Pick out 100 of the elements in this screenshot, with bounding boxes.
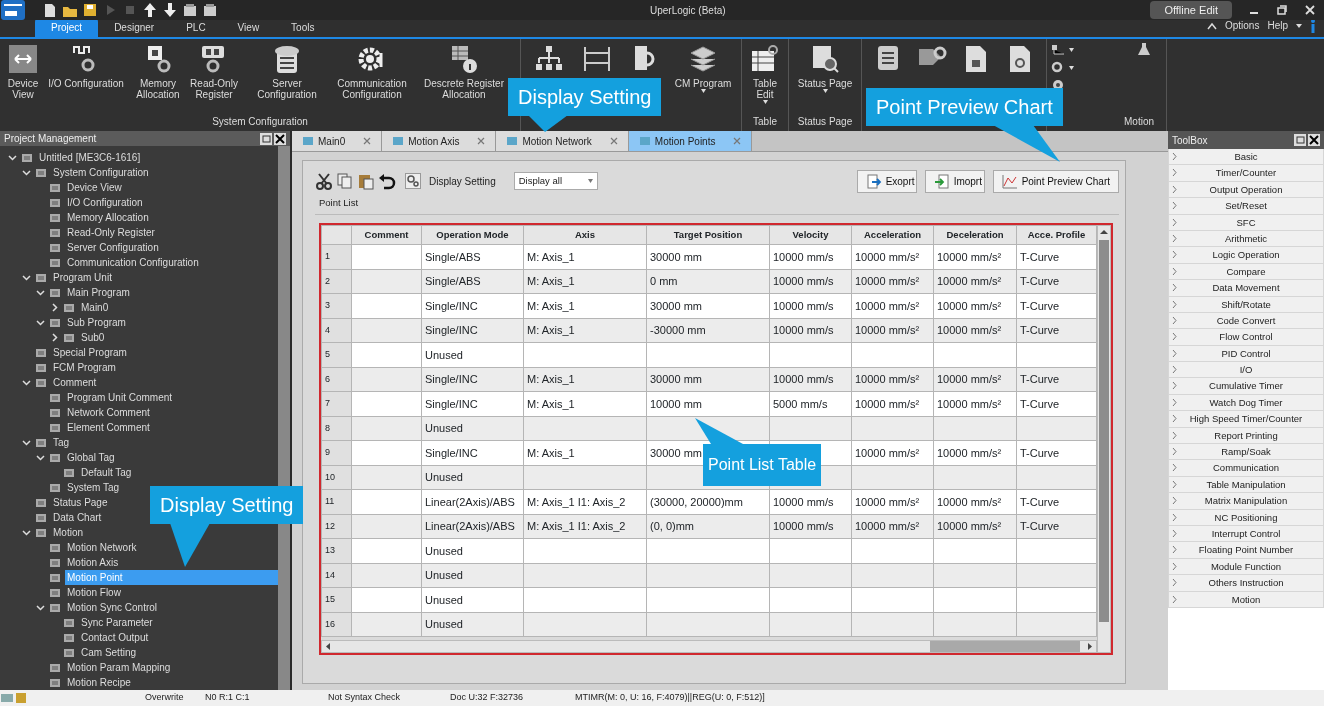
save-icon[interactable] bbox=[82, 2, 98, 18]
display-dropdown[interactable]: Display all bbox=[513, 172, 598, 190]
column-header[interactable]: Deceleration bbox=[933, 225, 1017, 245]
tree-item[interactable]: Sub0 bbox=[79, 330, 107, 345]
toolbox-category[interactable]: High Speed Timer/Counter bbox=[1168, 411, 1324, 428]
toolbar-button[interactable]: Exoprt bbox=[856, 169, 917, 193]
column-header[interactable]: Comment bbox=[351, 225, 422, 245]
restore-icon[interactable] bbox=[1276, 4, 1288, 16]
chevron-down-icon[interactable] bbox=[22, 438, 31, 447]
close-icon[interactable] bbox=[274, 132, 286, 145]
device-icon[interactable] bbox=[182, 2, 198, 18]
tree-item[interactable]: Server Configuration bbox=[65, 240, 161, 255]
chevron-down-icon[interactable] bbox=[22, 528, 31, 537]
column-header[interactable]: Velocity bbox=[769, 225, 852, 245]
ribbon-button[interactable]: Memory Allocation bbox=[130, 39, 186, 100]
undo-icon[interactable] bbox=[378, 172, 396, 190]
document-tab[interactable]: Motion Points bbox=[628, 131, 753, 151]
column-header[interactable]: Operation Mode bbox=[421, 225, 524, 245]
toolbox-category[interactable]: I/O bbox=[1168, 362, 1324, 379]
float-window-icon[interactable] bbox=[260, 132, 272, 145]
tree-item[interactable]: Contact Output bbox=[79, 630, 151, 645]
toolbox-category[interactable]: Cumulative Timer bbox=[1168, 378, 1324, 395]
options-menu[interactable]: Options bbox=[1224, 18, 1260, 33]
document-tab[interactable]: Main0 bbox=[292, 131, 383, 151]
toolbox-category[interactable]: Logic Operation bbox=[1168, 247, 1324, 264]
toolbox-category[interactable]: Ramp/Soak bbox=[1168, 444, 1324, 461]
tree-item[interactable]: FCM Program bbox=[51, 360, 118, 375]
menu-tab[interactable]: Designer bbox=[98, 18, 171, 37]
ribbon-button[interactable]: CM Program bbox=[669, 39, 737, 96]
tree-item[interactable]: Main Program bbox=[65, 285, 132, 300]
tree-item[interactable]: Default Tag bbox=[79, 465, 134, 480]
chevron-right-icon[interactable] bbox=[50, 333, 59, 342]
tree-item[interactable]: System Configuration bbox=[51, 165, 151, 180]
tree-item[interactable]: Motion Sync Control bbox=[65, 600, 160, 615]
ribbon-button[interactable]: Read-Only Register bbox=[186, 39, 242, 100]
ribbon-button[interactable]: Server Configuration bbox=[242, 39, 332, 100]
tree-item[interactable]: Main0 bbox=[79, 300, 111, 315]
ribbon-button[interactable]: I/O Configuration bbox=[42, 39, 130, 89]
tree-item[interactable]: Motion Param Mapping bbox=[65, 660, 173, 675]
tree-item[interactable]: Motion Flow bbox=[65, 585, 123, 600]
tree-item[interactable]: Sync Parameter bbox=[79, 615, 155, 630]
tree-item[interactable]: Program Unit Comment bbox=[65, 390, 175, 405]
paste-icon[interactable] bbox=[357, 172, 375, 190]
ribbon-button[interactable]: Communication Configuration bbox=[332, 39, 412, 100]
copy-icon[interactable] bbox=[336, 172, 354, 190]
toolbox-category[interactable]: Timer/Counter bbox=[1168, 165, 1324, 182]
toolbox-category[interactable]: Data Movement bbox=[1168, 280, 1324, 297]
device-icon[interactable] bbox=[202, 2, 218, 18]
document-tab[interactable]: Motion Network bbox=[496, 131, 629, 151]
menu-tab[interactable]: PLC bbox=[170, 18, 222, 37]
tree-item[interactable]: Motion bbox=[51, 525, 85, 540]
tree-item[interactable]: Comment bbox=[51, 375, 99, 390]
chevron-down-icon[interactable] bbox=[36, 318, 45, 327]
tree-item[interactable]: Motion Network bbox=[65, 540, 139, 555]
tree-item[interactable]: Global Tag bbox=[65, 450, 117, 465]
scrollbar[interactable] bbox=[1097, 225, 1111, 654]
tree-item[interactable]: Untitled [ME3C6-1616] bbox=[37, 150, 143, 165]
tree-item[interactable]: Cam Setting bbox=[79, 645, 139, 660]
tree-item[interactable]: Data Chart bbox=[51, 510, 104, 525]
tree-item[interactable]: Special Program bbox=[51, 345, 129, 360]
chevron-down-icon[interactable] bbox=[36, 453, 45, 462]
chevron-down-icon[interactable] bbox=[36, 603, 45, 612]
column-header[interactable]: Axis bbox=[523, 225, 647, 245]
scrollbar[interactable] bbox=[321, 640, 1097, 654]
tree-item[interactable]: System Tag bbox=[65, 480, 122, 495]
column-header[interactable]: Acceleration bbox=[851, 225, 934, 245]
down-arrow-icon[interactable] bbox=[162, 2, 178, 18]
flask-icon[interactable] bbox=[1137, 42, 1151, 56]
column-header[interactable]: Target Position bbox=[646, 225, 770, 245]
tree-item[interactable]: Motion Axis bbox=[65, 555, 121, 570]
float-window-icon[interactable] bbox=[1294, 134, 1306, 146]
tree-item[interactable]: Motion Recipe bbox=[65, 675, 133, 690]
toolbox-category[interactable]: Matrix Manipulation bbox=[1168, 493, 1324, 510]
collapse-ribbon-icon[interactable] bbox=[1206, 21, 1217, 30]
toolbox-category[interactable]: Set/Reset bbox=[1168, 198, 1324, 215]
tree-item[interactable]: Sub Program bbox=[65, 315, 128, 330]
tree-item[interactable]: Element Comment bbox=[65, 420, 152, 435]
chevron-right-icon[interactable] bbox=[50, 303, 59, 312]
tree-item[interactable]: Network Comment bbox=[65, 405, 152, 420]
chevron-down-icon[interactable] bbox=[22, 378, 31, 387]
tree-item[interactable]: Tag bbox=[51, 435, 72, 450]
ribbon-button[interactable]: Status Page bbox=[793, 39, 857, 96]
chevron-down-icon[interactable] bbox=[22, 273, 31, 282]
menu-tab[interactable]: Tools bbox=[275, 18, 331, 37]
tree-item[interactable]: Device View bbox=[65, 180, 124, 195]
up-arrow-icon[interactable] bbox=[142, 2, 158, 18]
close-icon[interactable] bbox=[1308, 134, 1320, 146]
ribbon-button[interactable]: Table Edit bbox=[746, 39, 784, 107]
toolbar-button[interactable]: Point Preview Chart bbox=[992, 169, 1119, 193]
chevron-down-icon[interactable] bbox=[8, 153, 17, 162]
menu-tab[interactable]: View bbox=[221, 18, 276, 37]
tree-item[interactable]: Status Page bbox=[51, 495, 110, 510]
info-icon[interactable] bbox=[1310, 18, 1316, 33]
settings-icon[interactable] bbox=[405, 173, 421, 189]
tree-item[interactable]: Communication Configuration bbox=[65, 255, 201, 270]
chevron-down-icon[interactable] bbox=[22, 168, 31, 177]
chevron-down-icon[interactable] bbox=[36, 288, 45, 297]
tree-item[interactable]: Read-Only Register bbox=[65, 225, 157, 240]
toolbox-category[interactable]: Floating Point Number bbox=[1168, 542, 1324, 559]
tree-item[interactable]: Program Unit bbox=[51, 270, 114, 285]
